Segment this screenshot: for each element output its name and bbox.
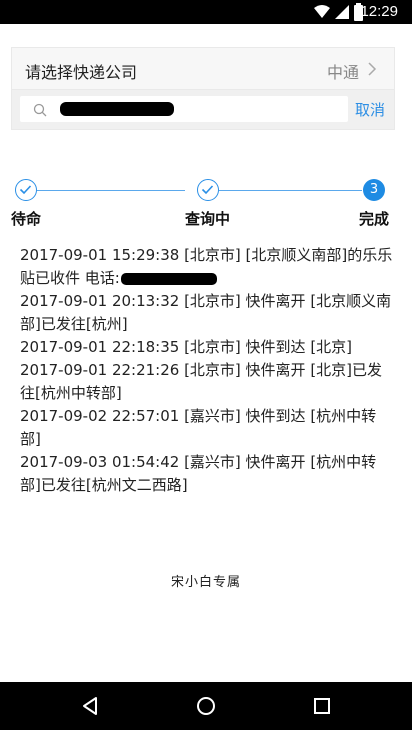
search-icon	[33, 103, 47, 117]
home-icon[interactable]	[194, 694, 218, 718]
step-label-complete: 完成	[359, 210, 390, 228]
tracking-entry: 2017-09-02 22:57:01 [嘉兴市] 快件到达 [杭州中转部]	[20, 407, 377, 448]
selected-courier-company: 中通	[326, 63, 359, 82]
back-icon[interactable]	[78, 694, 102, 718]
courier-company-selector[interactable]: 请选择快递公司 中通	[11, 47, 395, 90]
system-navigation-bar	[0, 682, 412, 730]
search-bar: 取消	[11, 89, 395, 130]
tracking-history-list: 2017-09-01 15:29:38 [北京市] [北京顺义南部]的乐乐贴已收…	[20, 244, 394, 497]
status-time: 12:29	[360, 3, 398, 20]
chevron-right-icon	[368, 62, 377, 76]
tracking-entry: 2017-09-03 01:54:42 [嘉兴市] 快件离开 [杭州中转部]已发…	[20, 453, 377, 494]
tracking-entry: 2017-09-01 20:13:32 [北京市] 快件离开 [北京顺义南部]已…	[20, 292, 392, 333]
tracking-entry: 2017-09-01 22:21:26 [北京市] 快件离开 [北京]已发往[杭…	[20, 361, 383, 402]
redacted-tracking-number	[60, 102, 174, 116]
step-connector	[219, 190, 362, 191]
step-1-check-icon	[15, 179, 37, 201]
tracking-entry: 2017-09-01 15:29:38 [北京市] [北京顺义南部]的乐乐贴已收…	[20, 246, 393, 287]
cancel-button[interactable]: 取消	[355, 99, 385, 120]
status-bar: 12:29	[0, 0, 412, 24]
step-label-querying: 查询中	[185, 210, 231, 228]
wifi-icon	[314, 5, 330, 18]
tracking-number-search-box[interactable]	[20, 96, 348, 122]
recents-icon[interactable]	[310, 694, 334, 718]
redacted-phone-number	[120, 272, 217, 285]
query-progress-steps: 3 待命 查询中 完成	[0, 176, 412, 228]
step-3-number: 3	[363, 179, 385, 201]
step-2-check-icon	[197, 179, 219, 201]
cellular-signal-icon	[335, 5, 349, 19]
step-connector	[37, 190, 185, 191]
step-label-standby: 待命	[11, 210, 42, 228]
courier-company-label: 请选择快递公司	[25, 63, 138, 82]
watermark-text: 宋小白专属	[170, 575, 241, 590]
tracking-entry: 2017-09-01 22:18:35 [北京市] 快件到达 [北京]	[20, 338, 353, 356]
